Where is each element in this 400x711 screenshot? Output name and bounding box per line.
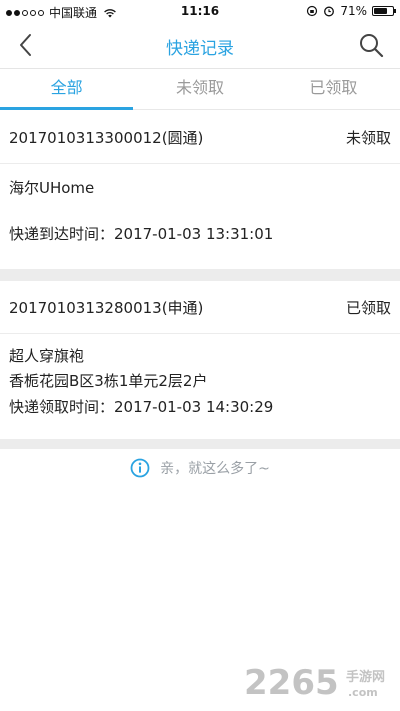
record-header: 2017010313300012(圆通) 未领取 bbox=[0, 111, 400, 164]
section-divider bbox=[0, 269, 400, 281]
recipient-name: 超人穿旗袍 bbox=[9, 347, 85, 365]
express-records-screen: 中国联通 11:16 71% 快递记录 全部 未领取 已领取 201701031… bbox=[0, 0, 400, 711]
watermark-suffix: 手游网 bbox=[346, 669, 385, 685]
recipient-address: 香栀花园B区3栋1单元2层2户 bbox=[9, 372, 208, 390]
section-divider bbox=[0, 439, 400, 449]
recipient-name: 海尔UHome bbox=[9, 179, 95, 197]
tracking-number: 2017010313300012(圆通) bbox=[9, 129, 204, 147]
nav-bar: 快递记录 bbox=[0, 22, 400, 69]
status-right: 71% bbox=[306, 4, 396, 18]
watermark-number: 2265 bbox=[244, 663, 339, 703]
status-bar: 中国联通 11:16 71% bbox=[0, 0, 400, 22]
record-card[interactable]: 2017010313300012(圆通) 未领取 海尔UHome 快递到达时间：… bbox=[0, 111, 400, 269]
end-of-list-note: 亲，就这么多了~ bbox=[0, 458, 400, 478]
end-of-list-text: 亲，就这么多了~ bbox=[160, 461, 270, 477]
alarm-icon bbox=[324, 6, 335, 17]
record-header: 2017010313280013(申通) 已领取 bbox=[0, 281, 400, 334]
info-icon bbox=[130, 458, 150, 478]
pickup-time: 快递领取时间：2017-01-03 14:30:29 bbox=[9, 398, 274, 416]
tab-claimed[interactable]: 已领取 bbox=[267, 69, 400, 109]
status-badge: 已领取 bbox=[345, 299, 391, 317]
site-watermark-logo: 2265 手游网 .com bbox=[244, 663, 385, 703]
tab-all[interactable]: 全部 bbox=[0, 69, 134, 110]
tab-unclaimed[interactable]: 未领取 bbox=[133, 69, 266, 109]
status-badge: 未领取 bbox=[345, 129, 391, 147]
filter-tabs: 全部 未领取 已领取 bbox=[0, 69, 400, 110]
tracking-number: 2017010313280013(申通) bbox=[9, 299, 204, 317]
battery-percent: 71% bbox=[340, 4, 367, 18]
record-card[interactable]: 2017010313280013(申通) 已领取 超人穿旗袍 香栀花园B区3栋1… bbox=[0, 281, 400, 439]
search-icon[interactable] bbox=[358, 32, 384, 58]
battery-icon bbox=[372, 6, 396, 16]
watermark-domain: .com bbox=[348, 686, 378, 699]
page-title: 快递记录 bbox=[166, 39, 234, 59]
orientation-lock-icon bbox=[307, 5, 318, 17]
arrival-time: 快递到达时间：2017-01-03 13:31:01 bbox=[9, 225, 274, 243]
